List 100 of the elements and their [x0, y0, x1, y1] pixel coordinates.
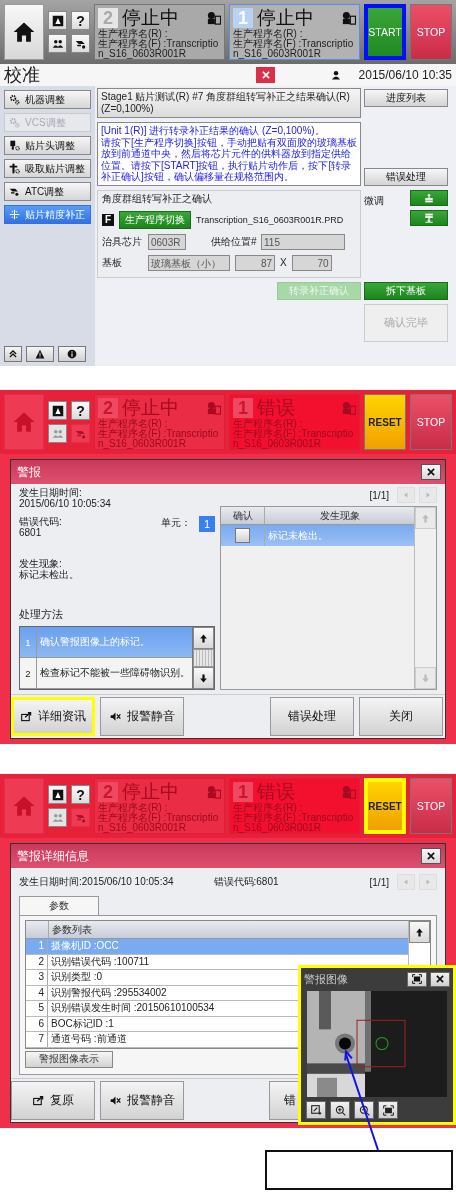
- home-icon: [13, 21, 35, 43]
- program-name: 生产程序名(R) :: [98, 419, 169, 429]
- reset-button[interactable]: RESET: [364, 778, 406, 834]
- input-field[interactable]: 115: [261, 233, 345, 250]
- collapse-button[interactable]: [4, 346, 22, 362]
- sidebar-item[interactable]: 机器调整: [4, 90, 91, 109]
- unit-status: 错误: [257, 396, 296, 418]
- program-switch-button[interactable]: 生产程序切换: [119, 210, 191, 229]
- fit-button[interactable]: [378, 1101, 398, 1119]
- dimension-separator: X: [280, 257, 287, 268]
- zoom-in-button[interactable]: [330, 1101, 350, 1119]
- zoom-in-icon: [334, 1104, 346, 1116]
- dialog-button[interactable]: 关闭: [359, 697, 443, 736]
- nozzle-icon: [9, 163, 20, 174]
- image-edit-icon: [310, 1104, 322, 1116]
- close-button[interactable]: [430, 971, 450, 987]
- font-button[interactable]: [48, 401, 67, 420]
- tool-icon: [9, 186, 20, 197]
- input-field[interactable]: 87: [235, 254, 275, 271]
- reset-button[interactable]: RESET: [364, 394, 406, 450]
- unit-status: 停止中: [122, 396, 180, 418]
- dialog-button[interactable]: 复原: [11, 1081, 95, 1120]
- page-indicator: [1/1]: [369, 489, 389, 501]
- error-code: 错误代码:6801: [213, 875, 279, 889]
- row-number: 4: [26, 985, 48, 1000]
- arrow-up-icon: [415, 927, 424, 937]
- dialog-button[interactable]: 详细资讯: [11, 697, 95, 736]
- checkbox[interactable]: [235, 528, 250, 543]
- error-handling-button[interactable]: 错误处理: [364, 167, 448, 186]
- dialog-title: 警报详细信息: [17, 847, 90, 865]
- program-name: 生产程序名(F) :Transcription_S16_0603R001R: [98, 813, 220, 833]
- close-button[interactable]: [421, 848, 441, 864]
- file-name: Transcription_S16_0603R001R.PRD: [196, 214, 344, 225]
- move-down-button[interactable]: [410, 209, 448, 226]
- warning-button[interactable]: [26, 346, 54, 362]
- input-field[interactable]: 70: [291, 254, 332, 271]
- scroll-down-button[interactable]: [193, 667, 214, 689]
- table-cell-text: 通道号码 :前通道: [50, 1032, 127, 1046]
- program-name: 生产程序名(F) :Transcription_S16_0603R001R: [98, 429, 220, 449]
- start-button[interactable]: START: [364, 4, 406, 60]
- zoom-out-button[interactable]: [354, 1101, 374, 1119]
- list-row[interactable]: 2 检查标记不能被一些障碍物识别。: [20, 658, 192, 689]
- font-button[interactable]: [48, 11, 67, 30]
- sidebar-item[interactable]: 贴片头调整: [4, 136, 91, 155]
- step-title: Stage1 贴片测试(R) #7 角度群组转写补正之结果确认(R)(Z=0,100%): [97, 88, 361, 118]
- tool-button[interactable]: [71, 34, 90, 53]
- arrow-up-icon: [421, 513, 430, 523]
- info-button[interactable]: [58, 346, 86, 362]
- operator-icon: [342, 11, 356, 25]
- gears-icon: [9, 117, 20, 128]
- group-title: 角度群组转写补正之确认: [102, 191, 213, 206]
- dialog-button[interactable]: 错误处理: [270, 697, 354, 736]
- input-field[interactable]: 玻璃基板（小）: [148, 254, 230, 271]
- section-title: 处理方法: [19, 607, 64, 622]
- sidebar-item[interactable]: 贴片精度补正: [4, 205, 91, 224]
- program-name: 生产程序名(R) :: [233, 29, 304, 39]
- stop-button[interactable]: STOP: [410, 778, 452, 834]
- progress-list-button[interactable]: 进度列表: [364, 89, 448, 107]
- scroll-thumb[interactable]: [193, 649, 214, 667]
- fit-button[interactable]: [407, 971, 427, 987]
- scroll-up-button[interactable]: [409, 921, 430, 943]
- help-button[interactable]: ?: [71, 401, 90, 420]
- dialog-button[interactable]: 报警静音: [100, 1081, 184, 1120]
- help-button[interactable]: ?: [71, 785, 90, 804]
- font-icon: [51, 788, 64, 801]
- column-header: 参数列表: [51, 922, 93, 937]
- table-cell-text: 识别类型 :0: [50, 970, 103, 984]
- field-value: 标记未检出。: [19, 569, 80, 580]
- arrow-down-icon: [421, 673, 430, 683]
- row-number: 5: [26, 1001, 48, 1016]
- field-label: 供给位置#: [211, 234, 257, 249]
- users-button[interactable]: [48, 34, 67, 53]
- close-button[interactable]: [421, 464, 441, 480]
- remove-board-button[interactable]: 拆下基板: [364, 281, 448, 300]
- move-up-button[interactable]: [410, 189, 448, 206]
- users-icon: [51, 811, 64, 824]
- font-button[interactable]: [48, 785, 67, 804]
- help-button[interactable]: ?: [71, 11, 90, 30]
- font-icon: [51, 404, 64, 417]
- input-field[interactable]: 0603R: [148, 233, 186, 250]
- show-image-button[interactable]: 警报图像表示: [25, 1050, 113, 1068]
- dialog-title: 警报: [17, 463, 42, 481]
- date-time: 2015/06/10 10:35: [358, 68, 452, 82]
- field-value: 6801: [19, 527, 43, 538]
- scroll-up-button[interactable]: [193, 627, 214, 649]
- field-label: 治具芯片: [102, 234, 143, 249]
- home-button[interactable]: [4, 4, 44, 60]
- stop-button[interactable]: STOP: [410, 394, 452, 450]
- next-icon: [424, 491, 432, 499]
- edit-button[interactable]: [306, 1101, 326, 1119]
- sidebar-item[interactable]: 吸取贴片调整: [4, 159, 91, 178]
- stop-button[interactable]: STOP: [410, 4, 452, 60]
- tab[interactable]: 参数: [19, 896, 99, 915]
- align-up-icon: [424, 192, 434, 203]
- home-icon: [13, 411, 35, 433]
- crosshair-icon: [9, 209, 20, 220]
- users-icon: [51, 427, 64, 440]
- sidebar-item[interactable]: ATC调整: [4, 182, 91, 201]
- dialog-button[interactable]: 报警静音: [100, 697, 184, 736]
- field-label: 基板: [102, 255, 123, 270]
